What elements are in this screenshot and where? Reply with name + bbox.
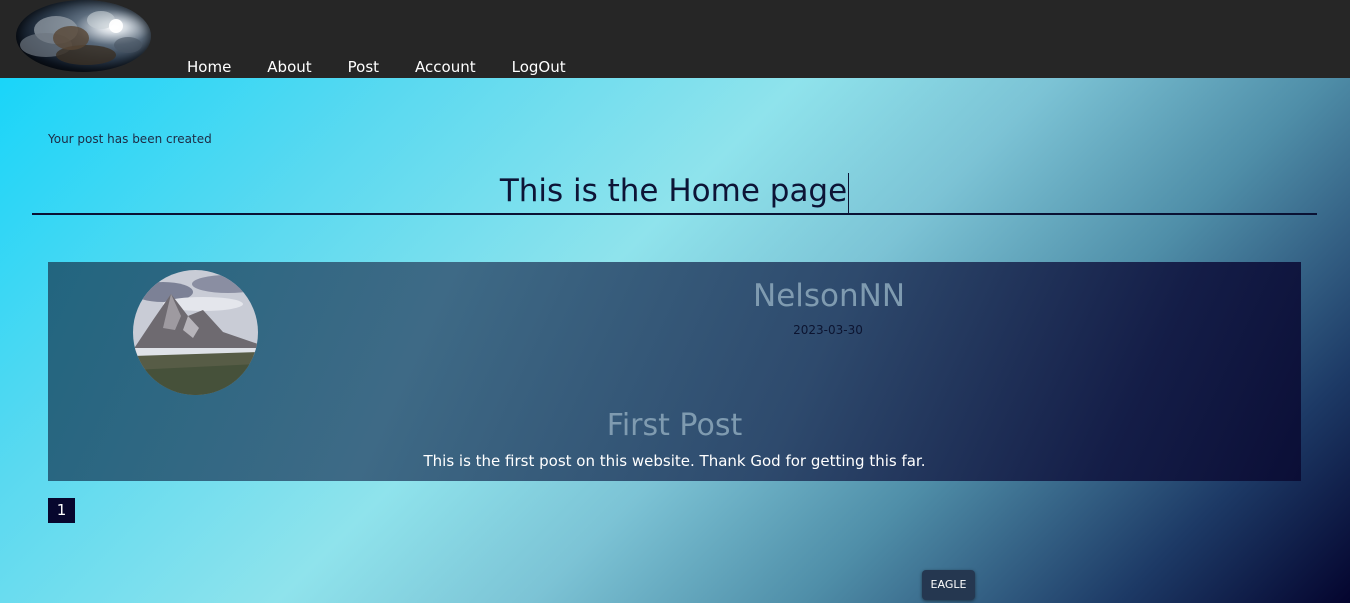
page-title-wrap: This is the Home page: [32, 170, 1317, 213]
post-title[interactable]: First Post: [48, 406, 1301, 446]
post-card: NelsonNN 2023-03-30 First Post This is t…: [48, 262, 1301, 481]
page-title: This is the Home page: [499, 173, 848, 209]
earth-storm-logo[interactable]: [16, 0, 151, 72]
nav-account-link[interactable]: Account: [415, 57, 476, 77]
footer-eagle-badge: EAGLE: [922, 570, 975, 600]
flash-message: Your post has been created: [48, 132, 212, 146]
post-author[interactable]: NelsonNN: [753, 276, 905, 316]
nav-about-link[interactable]: About: [267, 57, 311, 77]
nav-links: Home About Post Account LogOut: [187, 57, 602, 77]
text-caret: [848, 172, 850, 213]
pagination-page-1[interactable]: 1: [48, 498, 75, 523]
nav-logout-link[interactable]: LogOut: [512, 57, 566, 77]
nav-home-link[interactable]: Home: [187, 57, 231, 77]
title-divider: [32, 213, 1317, 215]
post-date: 2023-03-30: [793, 323, 863, 337]
nav-post-link[interactable]: Post: [348, 57, 379, 77]
post-body: This is the first post on this website. …: [423, 452, 926, 470]
mountain-avatar[interactable]: [133, 270, 258, 395]
top-navbar: Home About Post Account LogOut: [0, 0, 1350, 78]
